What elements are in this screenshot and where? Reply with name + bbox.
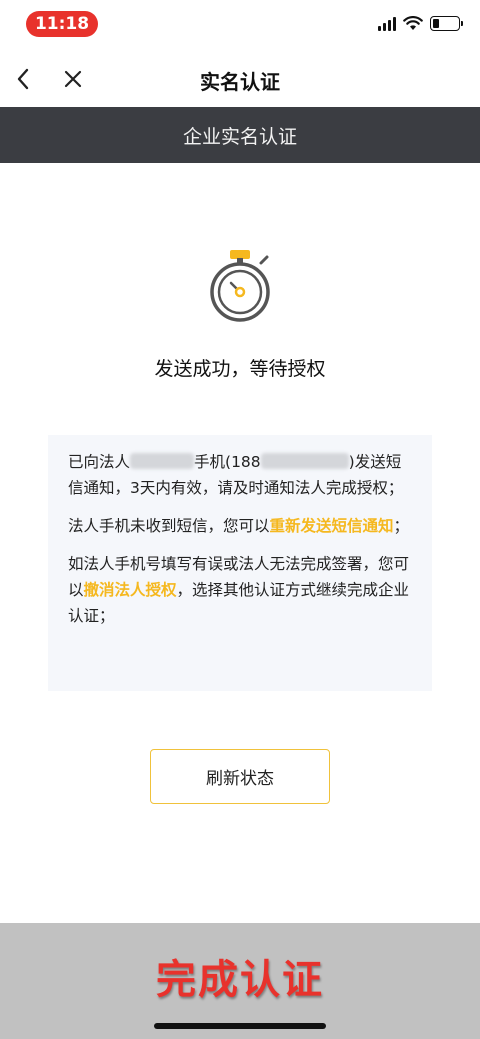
info-paragraph-resend: 法人手机未收到短信，您可以重新发送短信通知； (68, 513, 412, 539)
resend-sms-link[interactable]: 重新发送短信通知 (270, 517, 394, 535)
blurred-phone (260, 453, 349, 469)
info-paragraph-sms-sent: 已向法人 手机(188)发送短信通知，3天内有效，请及时通知法人完成授权； (68, 449, 412, 501)
battery-icon (430, 16, 463, 31)
info-paragraph-revoke: 如法人手机号填写有误或法人无法完成签署，您可以撤消法人授权，选择其他认证方式继续… (68, 551, 412, 629)
blurred-name (130, 453, 195, 469)
back-button[interactable] (8, 62, 38, 96)
status-icons (378, 16, 463, 31)
nav-bar: 实名认证 (0, 50, 480, 107)
section-header: 企业实名认证 (0, 107, 480, 163)
status-time: 11:18 (26, 11, 98, 37)
complete-verification-label: 完成认证 (156, 957, 324, 1003)
info-text: 手机(188 (194, 453, 261, 471)
revoke-authorization-link[interactable]: 撤消法人授权 (84, 581, 177, 599)
cellular-signal-icon (378, 16, 396, 31)
close-icon (64, 70, 82, 88)
home-indicator[interactable] (154, 1023, 326, 1029)
info-text: 法人手机未收到短信，您可以 (68, 517, 270, 535)
info-panel: 已向法人 手机(188)发送短信通知，3天内有效，请及时通知法人完成授权； 法人手… (48, 435, 432, 691)
status-message: 发送成功，等待授权 (154, 358, 326, 380)
status-bar: 11:18 (0, 0, 480, 50)
stopwatch-icon (210, 250, 270, 322)
close-button[interactable] (58, 62, 88, 96)
refresh-status-button[interactable]: 刷新状态 (150, 749, 330, 804)
battery-level (433, 19, 439, 28)
chevron-left-icon (17, 68, 29, 90)
info-text: ； (393, 517, 410, 535)
wifi-icon (403, 16, 423, 30)
info-text: 已向法人 (68, 453, 131, 471)
